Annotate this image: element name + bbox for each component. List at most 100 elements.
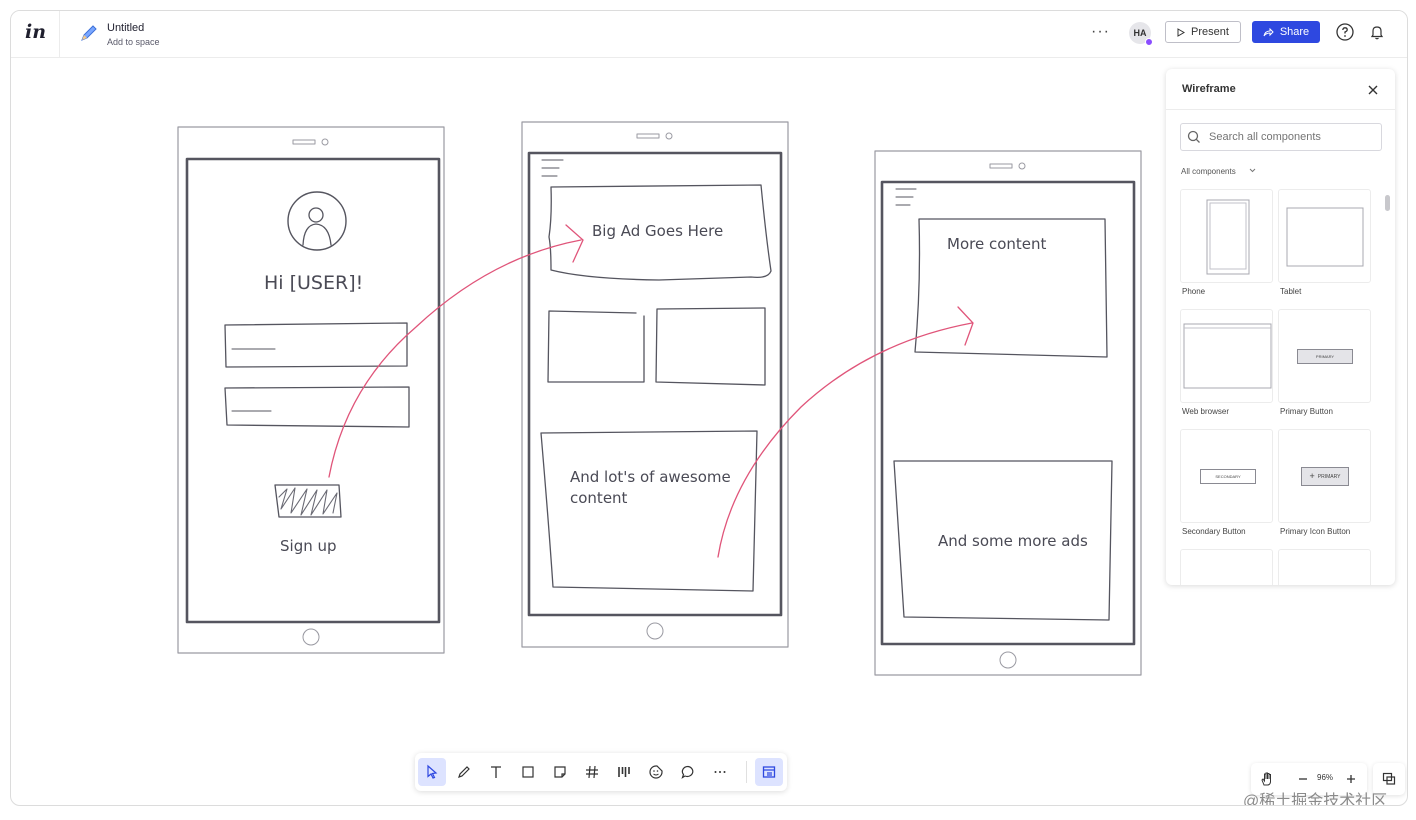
zoom-in-button[interactable] xyxy=(1341,769,1361,789)
component-card-partial-1[interactable] xyxy=(1180,549,1273,585)
text-icon xyxy=(491,766,501,778)
component-card-primary-button[interactable]: PRIMARY xyxy=(1278,309,1371,403)
comment-tool[interactable] xyxy=(674,758,702,786)
component-label-tablet: Tablet xyxy=(1280,287,1302,296)
help-icon[interactable] xyxy=(1336,23,1354,41)
flow-arrow-2 xyxy=(717,322,973,558)
select-tool[interactable] xyxy=(418,758,446,786)
flow-arrow-1-head xyxy=(565,224,584,263)
big-ad-text: Big Ad Goes Here xyxy=(592,222,724,240)
phone1-body xyxy=(177,126,445,654)
awesome-content-line2: content xyxy=(570,489,628,507)
minus-icon xyxy=(1299,778,1307,780)
component-filter-dropdown[interactable]: All components xyxy=(1181,167,1236,176)
square-icon xyxy=(522,766,534,778)
primary-button-preview: PRIMARY xyxy=(1297,349,1353,364)
kanban-icon xyxy=(618,767,630,777)
columns-tool[interactable] xyxy=(610,758,638,786)
toolbar-separator xyxy=(746,761,747,783)
hand-tool[interactable] xyxy=(1257,769,1277,789)
component-label-primary-icon-button: Primary Icon Button xyxy=(1280,527,1351,536)
panel-scrollbar[interactable] xyxy=(1385,195,1390,211)
sticky-note-icon xyxy=(554,766,566,778)
chevron-down-icon[interactable] xyxy=(1248,166,1257,175)
phone1-signup-scribble xyxy=(278,487,338,516)
phone1-camera xyxy=(321,138,329,146)
browser-preview-icon xyxy=(1183,323,1272,389)
component-library-tool[interactable] xyxy=(755,758,783,786)
bell-icon[interactable] xyxy=(1369,24,1385,40)
component-card-web-browser[interactable] xyxy=(1180,309,1273,403)
component-card-secondary-button[interactable]: SECONDARY xyxy=(1180,429,1273,523)
pencil-doc-icon xyxy=(81,25,97,41)
phone2-speaker xyxy=(636,133,660,139)
invision-logo[interactable]: in xyxy=(25,21,46,43)
text-tool[interactable] xyxy=(482,758,510,786)
component-card-tablet[interactable] xyxy=(1278,189,1371,283)
pen-tool[interactable] xyxy=(450,758,478,786)
more-options-button[interactable]: ··· xyxy=(1091,23,1110,41)
more-tools-button[interactable] xyxy=(706,758,734,786)
phone2-menu-lines xyxy=(541,159,564,177)
greeting-text: Hi [USER]! xyxy=(264,272,364,294)
component-label-primary-button: Primary Button xyxy=(1280,407,1333,416)
minimap-icon xyxy=(1382,772,1396,785)
component-card-primary-icon-button[interactable]: + PRIMARY xyxy=(1278,429,1371,523)
cursor-icon xyxy=(427,764,438,779)
awesome-content-line1: And lot's of awesome xyxy=(570,468,731,486)
phone3-camera xyxy=(1018,162,1026,170)
panel-title: Wireframe xyxy=(1182,83,1236,95)
phone1-field1 xyxy=(224,322,408,368)
wireframe-panel: Wireframe All components Phone xyxy=(1166,69,1395,585)
close-icon[interactable] xyxy=(1366,83,1380,97)
watermark: @稀土掘金技术社区 xyxy=(1243,793,1388,806)
phone2-tile-right xyxy=(655,307,766,386)
comment-icon xyxy=(681,765,694,779)
signup-text: Sign up xyxy=(280,537,337,555)
phone1-speaker xyxy=(292,139,316,145)
phone-preview-icon xyxy=(1206,199,1250,275)
component-label-phone: Phone xyxy=(1182,287,1206,296)
document-title[interactable]: Untitled xyxy=(107,22,144,34)
phone1-avatar-body xyxy=(302,223,332,246)
zoom-level[interactable]: 96% xyxy=(1317,773,1333,782)
phone3-body xyxy=(874,150,1142,676)
logo-divider xyxy=(59,11,60,57)
phone2-tile-left xyxy=(547,310,645,383)
component-card-phone[interactable] xyxy=(1180,189,1273,283)
sticker-icon xyxy=(649,765,663,779)
more-content-text: More content xyxy=(947,235,1047,253)
sticky-note-tool[interactable] xyxy=(546,758,574,786)
phone3-home-button xyxy=(999,651,1017,669)
phone1-field2 xyxy=(224,386,410,428)
primary-icon-button-preview: + PRIMARY xyxy=(1301,467,1349,486)
shape-tool[interactable] xyxy=(514,758,542,786)
tablet-preview-icon xyxy=(1286,207,1364,267)
flow-arrow-1 xyxy=(328,239,582,478)
share-button[interactable]: Share xyxy=(1252,21,1320,43)
share-label: Share xyxy=(1279,26,1310,38)
component-label-secondary-button: Secondary Button xyxy=(1182,527,1246,536)
share-icon xyxy=(1263,27,1274,36)
phone1-home-button xyxy=(302,628,320,646)
phone1-avatar-circle xyxy=(287,191,347,251)
play-icon xyxy=(1177,27,1186,37)
phone1-avatar-head xyxy=(308,207,324,223)
bottom-toolbar xyxy=(415,753,787,791)
zoom-out-button[interactable] xyxy=(1293,769,1313,789)
add-to-space-link[interactable]: Add to space xyxy=(107,37,160,47)
presence-dot xyxy=(1145,38,1153,46)
primary-icon-button-preview-text: PRIMARY xyxy=(1317,473,1341,480)
pencil-icon xyxy=(458,766,470,778)
component-search-input[interactable] xyxy=(1180,123,1382,151)
phone3-speaker xyxy=(989,163,1013,169)
present-button[interactable]: Present xyxy=(1165,21,1241,43)
secondary-button-preview: SECONDARY xyxy=(1200,469,1256,484)
component-card-partial-2[interactable] xyxy=(1278,549,1371,585)
sticker-tool[interactable] xyxy=(642,758,670,786)
present-label: Present xyxy=(1191,26,1229,38)
phone2-content-box xyxy=(540,430,758,592)
search-icon xyxy=(1187,130,1200,143)
hand-icon xyxy=(1261,772,1271,786)
frame-tool[interactable] xyxy=(578,758,606,786)
